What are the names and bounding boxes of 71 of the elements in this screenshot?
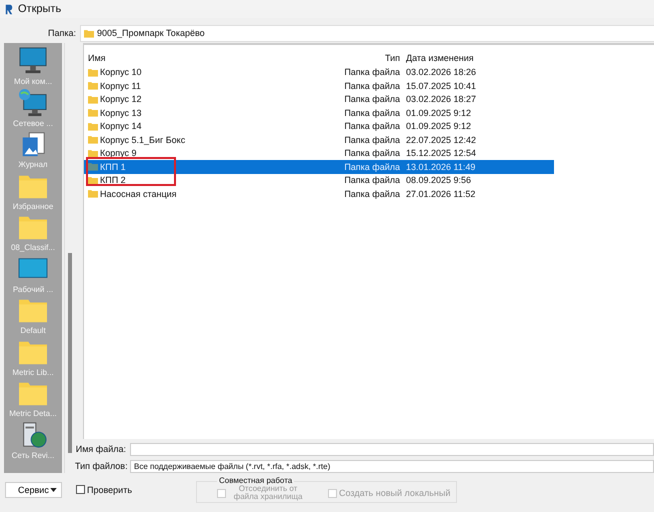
file-row[interactable]: Корпус 11 Папка файла 15.07.2025 10:41 xyxy=(84,79,554,92)
file-row[interactable]: Корпус 12 Папка файла 03.02.2026 18:27 xyxy=(84,92,554,106)
column-header[interactable]: Дата изменения xyxy=(400,52,551,63)
table-cell-text: Папка файла xyxy=(343,108,400,118)
table-cell-text: 01.09.2025 9:12 xyxy=(405,108,472,118)
place-label: Рабочий ... xyxy=(12,284,54,294)
checkbox[interactable] xyxy=(76,485,85,494)
table-cell-text: 22.07.2025 12:42 xyxy=(405,134,478,145)
folder-name: КПП 1 xyxy=(100,162,126,172)
table-cell-text: 13.01.2026 11:49 xyxy=(405,162,476,172)
file-row[interactable]: Корпус 13 Папка файла 01.09.2025 9:12 xyxy=(84,106,554,120)
table-cell-text: 03.02.2026 18:26 xyxy=(405,67,478,78)
place-label: Default xyxy=(20,326,46,335)
table-cell-text: Папка файла xyxy=(343,148,400,158)
file-name-field[interactable] xyxy=(130,442,654,456)
app-logo-icon xyxy=(5,4,13,14)
table-cell-text: 15.07.2025 10:41 xyxy=(405,80,478,91)
table-cell-text: 27.01.2026 11:52 xyxy=(405,188,476,199)
group-title: Совместная работа xyxy=(218,477,294,485)
place-label: Сеть Revi... xyxy=(12,450,54,460)
folder-name: Корпус 12 xyxy=(100,94,142,104)
file-row[interactable]: Корпус 5.1_Биг Бокс Папка файла 22.07.2025 12:42 xyxy=(84,133,554,146)
window-title: Открыть xyxy=(18,3,62,15)
folder-name: Корпус 11 xyxy=(100,80,141,91)
folder-name: КПП 2 xyxy=(100,175,126,186)
table-cell-text: Папка файла xyxy=(343,188,400,199)
place-label: Metric Lib... xyxy=(12,368,54,376)
place-label: Сетевое ... xyxy=(13,118,53,128)
caret-icon xyxy=(50,488,57,492)
service-button[interactable]: Сервис xyxy=(5,482,62,498)
folder-name: Корпус 5.1_Биг Бокс xyxy=(100,134,186,145)
file-row[interactable]: Корпус 14 Папка файла 01.09.2025 9:12 xyxy=(84,120,554,133)
folder-icon xyxy=(84,28,94,38)
field-label: Тип файлов: xyxy=(75,461,129,472)
place-label: Metric Deta... xyxy=(9,409,57,418)
file-row[interactable]: Корпус 9 Папка файла 15.12.2025 12:54 xyxy=(84,146,554,160)
table-cell-text: 15.12.2025 12:54 xyxy=(405,148,478,158)
file-row[interactable]: Насосная станция Папка файла 27.01.2026 11:52 xyxy=(84,187,554,200)
place-label: Избранное xyxy=(12,202,54,210)
folder-dropdown[interactable]: 9005_Промпарк Токарёво xyxy=(80,24,654,42)
file-row[interactable]: КПП 2 Папка файла 08.09.2025 9:56 xyxy=(84,174,554,187)
table-cell-text: 01.09.2025 9:12 xyxy=(405,121,472,132)
folder-name: Корпус 14 xyxy=(100,121,142,132)
table-cell-text: Папка файла xyxy=(343,162,400,172)
column-header[interactable]: Тип xyxy=(340,52,400,63)
checkbox-label: Проверить xyxy=(87,484,132,495)
table-cell-text: 03.02.2026 18:27 xyxy=(405,94,478,104)
table-cell-text: 08.09.2025 9:56 xyxy=(405,175,472,186)
checkbox-label: Создать новый локальный xyxy=(339,488,450,498)
place-label: 08_Classif... xyxy=(10,243,56,252)
folder-name: Насосная станция xyxy=(100,188,177,199)
monitor-icon xyxy=(18,47,48,75)
folder-name: Корпус 10 xyxy=(100,67,142,78)
place-label: Журнал xyxy=(18,160,48,169)
table-cell-text: Папка файла xyxy=(343,80,400,91)
table-cell-text: Папка файла xyxy=(343,134,400,145)
column-header[interactable]: Имя xyxy=(84,52,340,63)
table-cell-text: Папка файла xyxy=(343,94,400,104)
folder-name: Корпус 13 xyxy=(100,108,142,118)
file-type-dropdown[interactable]: Все поддерживаемые файлы (*.rvt, *.rfa, *.adsk, *.rte) xyxy=(130,460,654,473)
table-cell-text: Папка файла xyxy=(343,121,400,132)
network-monitor-icon xyxy=(18,88,48,116)
checkbox-label: Отсоединить от файла хранилища xyxy=(232,485,304,502)
folder-name: Корпус 9 xyxy=(100,148,137,158)
field-label: Имя файла: xyxy=(75,444,127,454)
file-row[interactable]: КПП 1 Папка файла 13.01.2026 11:49 xyxy=(84,160,554,174)
place-label: Мой ком... xyxy=(14,77,52,86)
file-row[interactable]: Корпус 10 Папка файла 03.02.2026 18:26 xyxy=(84,66,554,79)
table-cell-text: Папка файла xyxy=(343,67,400,78)
table-cell-text: Папка файла xyxy=(343,175,400,186)
folder-label: Папка: xyxy=(47,28,77,38)
